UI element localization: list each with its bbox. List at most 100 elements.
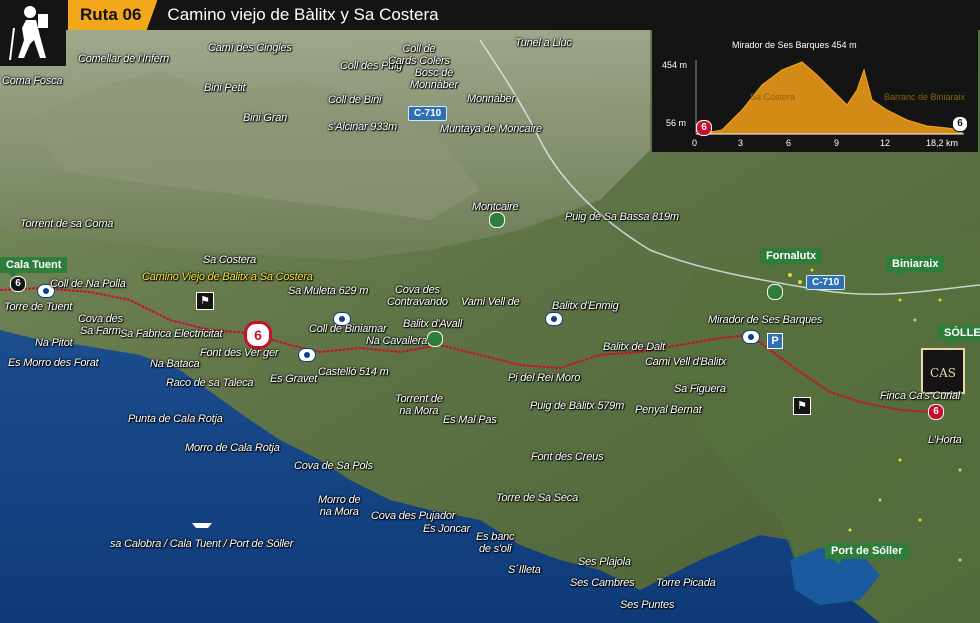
- label-torre-tuent: Torre de Tuent: [4, 301, 73, 313]
- label-lhorta: L'Horta: [928, 434, 962, 446]
- hiker-sign-icon[interactable]: ⚑: [196, 292, 214, 310]
- route-title: Camino viejo de Bàlitx y Sa Costera: [167, 5, 439, 24]
- label-cami-vell: Cami Vell d'Balitx: [645, 356, 727, 368]
- hiker-sign-icon[interactable]: ⚑: [793, 397, 811, 415]
- label-font-verger: Font des Ver ger: [200, 347, 279, 359]
- label-sa-calobra-route: sa Calobra / Cala Tuent / Port de Sóller: [110, 538, 294, 550]
- town-fornalutx[interactable]: Fornalutx: [760, 248, 823, 269]
- label-morro-na-mora: Morro de na Mora: [318, 494, 361, 518]
- label-finca-cas-curial: Finca Ca's Curial: [880, 390, 961, 402]
- label-coll-cards: Coll de Cards Colers: [388, 43, 450, 67]
- label-tunel-lluc: Tunel a Lluc: [515, 37, 572, 49]
- label-torrent-coma: Torrent de sa Coma: [20, 218, 114, 230]
- label-vami-vell: Vami Vell de: [461, 296, 520, 308]
- label-torrent-na-mora: Torrent de na Mora: [395, 393, 443, 417]
- label-monnaber: Monnàber: [467, 93, 515, 105]
- label-puig-balitx: Puig de Bàlitx 579m: [530, 400, 625, 412]
- label-cova-farm: Cova des Sa Farm: [78, 313, 123, 337]
- finca-marker[interactable]: 6: [928, 404, 944, 420]
- profile-ghost-1: Sa Costera: [750, 92, 796, 102]
- town-soller[interactable]: SÓLLER: [938, 325, 980, 346]
- town-port-soller[interactable]: Port de Sóller: [825, 543, 909, 564]
- label-salcinar: s'Alcinar 933m: [328, 121, 397, 133]
- profile-x-6: 6: [786, 138, 792, 148]
- label-balitx-enmig: Balitx d'Enmig: [552, 300, 619, 312]
- label-ses-puntes: Ses Puntes: [620, 599, 675, 611]
- refuge-icon[interactable]: [427, 331, 443, 347]
- label-es-morro-forat: Es Morro des Forat: [8, 357, 99, 369]
- label-ses-cambres: Ses Cambres: [570, 577, 635, 589]
- label-bini-gran: Bini Gran: [243, 112, 288, 124]
- road-c710-north: C-710: [408, 106, 448, 121]
- profile-end-marker: 6: [952, 116, 968, 132]
- label-na-bataca: Na Bataca: [150, 358, 200, 370]
- label-es-banc-soli: Es banc de s'oli: [476, 531, 515, 555]
- label-torre-sa-seca: Torre de Sa Seca: [496, 492, 579, 504]
- cala-tuent-marker[interactable]: 6: [10, 276, 26, 292]
- route-badge: Ruta 06: [68, 0, 158, 30]
- label-bini-petit: Bini Petit: [204, 82, 246, 94]
- label-coll-biniamar: Coll de Biniamar: [309, 323, 387, 335]
- label-muntaya: Muntaya de Moncaire: [440, 123, 542, 135]
- profile-x-0: 0: [692, 138, 698, 148]
- label-cami-cingles: Camí des Cingles: [208, 42, 292, 54]
- profile-y-bottom: 56 m: [666, 118, 687, 128]
- label-coma-fosca: Coma Fosca: [2, 75, 63, 87]
- label-montcaire: Montcaire: [472, 201, 519, 213]
- label-bosc-monnaber: Bosc de Monnàber: [410, 67, 458, 91]
- label-cova-contravando: Cova des Contravando: [387, 284, 448, 308]
- viewpoint-eye-icon[interactable]: [545, 312, 563, 326]
- hiker-badge: [0, 0, 66, 66]
- label-pi-rei-moro: Pi del Rei Moro: [508, 372, 581, 384]
- elevation-profile: Mirador de Ses Barques 454 m 454 m 56 m …: [652, 30, 978, 152]
- road-c710-east: C-710: [806, 275, 846, 290]
- label-na-cavallera: Na Cavallera: [366, 335, 428, 347]
- label-penyal-bernat: Penyal Bernat: [635, 404, 702, 416]
- profile-x-end: 18,2 km: [926, 138, 959, 148]
- town-cala-tuent[interactable]: Cala Tuent: [0, 257, 68, 278]
- profile-y-top: 454 m: [662, 60, 688, 70]
- label-castello: Castelló 514 m: [318, 366, 389, 378]
- label-es-joncar: Es Joncar: [423, 523, 471, 535]
- label-font-creus: Font des Creus: [531, 451, 604, 463]
- town-biniaraix[interactable]: Biniaraix: [886, 256, 945, 277]
- profile-ghost-2: Barranc de Biniaraix: [884, 92, 966, 102]
- route-start-marker[interactable]: 6: [244, 321, 272, 349]
- parking-icon[interactable]: P: [767, 333, 783, 349]
- label-camino-viejo: Camino Viejo de Balitx a Sa Costera: [142, 271, 313, 283]
- hiker-icon: [9, 6, 48, 61]
- label-coll-na-polla: Coll de Na Polla: [50, 278, 126, 290]
- label-comellar-infern: Comellar de l'Infern: [78, 53, 170, 65]
- profile-x-9: 9: [834, 138, 840, 148]
- profile-summit: Mirador de Ses Barques 454 m: [732, 40, 857, 50]
- label-raco-taleca: Raco de sa Taleca: [166, 377, 254, 389]
- label-sa-muleta: Sa Muleta 629 m: [288, 285, 369, 297]
- viewpoint-eye-icon[interactable]: [742, 330, 760, 344]
- refuge-icon[interactable]: [489, 212, 505, 228]
- label-balitx-avall: Balitx d'Avall: [403, 318, 463, 330]
- label-es-mal-pas: Es Mal Pas: [443, 414, 497, 426]
- profile-x-12: 12: [880, 138, 891, 148]
- label-cova-pujador: Cova des Pujador: [371, 510, 456, 522]
- label-mirador-barques: Mirador de Ses Barques: [708, 314, 823, 326]
- label-puig-bassa: Puig de Sa Bassa 819m: [565, 211, 679, 223]
- viewpoint-eye-icon[interactable]: [298, 348, 316, 362]
- label-sa-fabrica: Sa Fabrica Electricitat: [120, 328, 223, 340]
- label-s-illeta: S´Illeta: [508, 564, 541, 576]
- profile-start-marker: 6: [696, 120, 712, 136]
- label-torre-picada: Torre Picada: [656, 577, 716, 589]
- label-punta-cala-rotja: Punta de Cala Rotja: [128, 413, 223, 425]
- profile-x-3: 3: [738, 138, 744, 148]
- label-ses-plajola: Ses Plajola: [578, 556, 631, 568]
- label-sa-figuera: Sa Figuera: [674, 383, 726, 395]
- label-sa-costera: Sa Costera: [203, 254, 257, 266]
- label-coll-bini: Coll de Bini: [328, 94, 382, 106]
- title-bar: Ruta 06 Camino viejo de Bàlitx y Sa Cost…: [0, 0, 980, 30]
- refuge-icon[interactable]: [767, 284, 783, 300]
- finca-logo: CAS: [921, 348, 965, 394]
- label-es-gravet: Es Gravet: [270, 373, 318, 385]
- label-morro-cala-rotja: Morro de Cala Rotja: [185, 442, 280, 454]
- label-na-pitot: Na Pitot: [35, 337, 73, 349]
- label-cova-sa-pols: Cova de Sa Pols: [294, 460, 373, 472]
- finca-logo-text: CAS: [929, 366, 957, 380]
